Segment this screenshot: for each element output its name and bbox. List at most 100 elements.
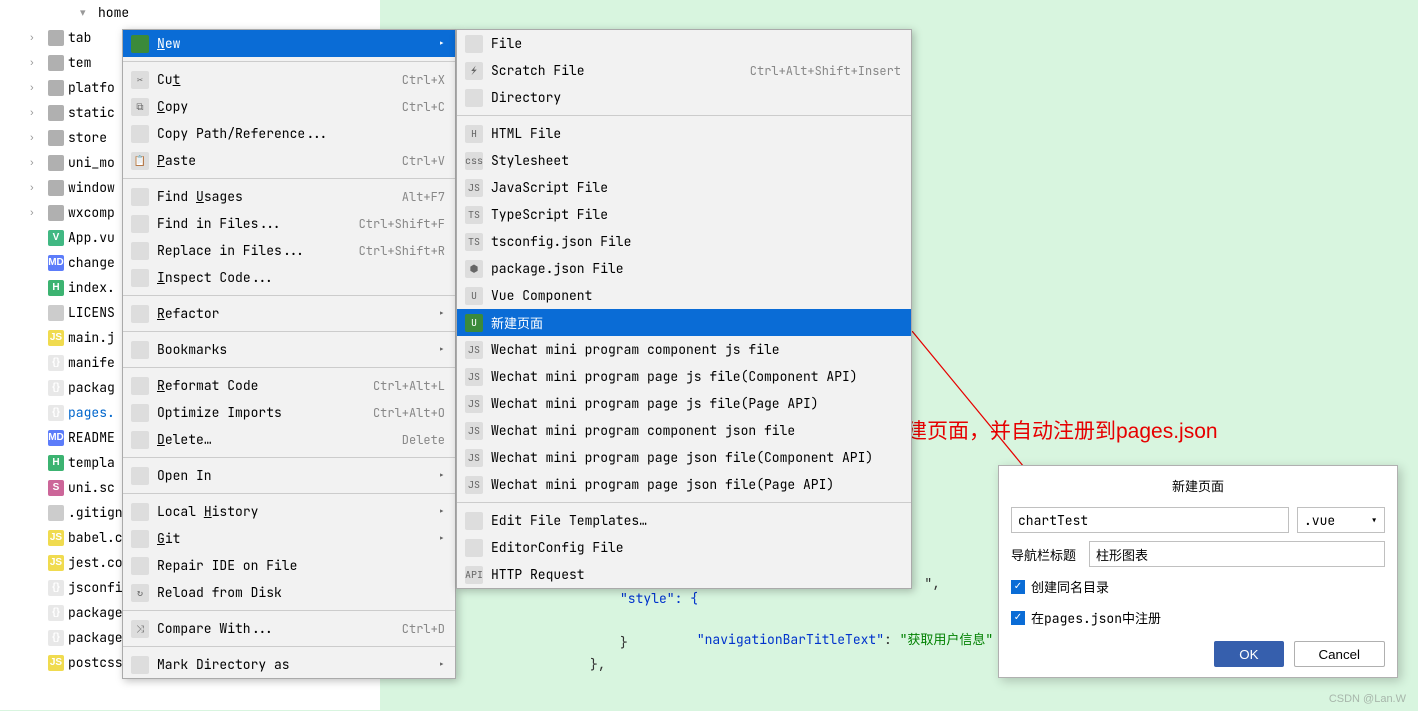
submenu-item[interactable]: Edit File Templates…: [457, 507, 911, 534]
submenu-item[interactable]: JSWechat mini program component js file: [457, 336, 911, 363]
submenu-item-label: 新建页面: [491, 313, 901, 332]
menu-item[interactable]: Optimize Imports Ctrl+Alt+O: [123, 399, 455, 426]
vue-icon: V: [48, 230, 64, 246]
menu-item-label: New: [157, 35, 430, 52]
folder-icon: [48, 180, 64, 196]
submenu-item[interactable]: ⚡Scratch FileCtrl+Alt+Shift+Insert: [457, 57, 911, 84]
new-submenu[interactable]: File⚡Scratch FileCtrl+Alt+Shift+InsertDi…: [456, 29, 912, 589]
code-line: },: [380, 656, 1000, 678]
submenu-item[interactable]: EditorConfig File: [457, 534, 911, 561]
submenu-item[interactable]: Directory: [457, 84, 911, 111]
jsf-icon: JS: [465, 179, 483, 197]
js-icon: JS: [48, 555, 64, 571]
menu-item[interactable]: ⧉CopyCtrl+C: [123, 93, 455, 120]
menu-item-label: Paste: [157, 152, 394, 169]
menu-item[interactable]: Find UsagesAlt+F7: [123, 183, 455, 210]
new-page-dialog[interactable]: 新建页面 .vue ▾ 导航栏标题 ✓ 创建同名目录 ✓ 在pages.json…: [998, 465, 1398, 678]
menu-icon: [131, 467, 149, 485]
menu-item[interactable]: Local History▸: [123, 498, 455, 525]
tree-item-label: README: [68, 429, 115, 446]
menu-item[interactable]: Replace in Files...Ctrl+Shift+R: [123, 237, 455, 264]
menu-item-label: Delete…: [157, 431, 394, 448]
submenu-item[interactable]: JSWechat mini program page json file(Pag…: [457, 471, 911, 498]
menu-shortcut: Ctrl+Alt+O: [373, 405, 445, 421]
menu-shortcut: Ctrl+D: [402, 621, 445, 637]
submenu-item[interactable]: cssStylesheet: [457, 147, 911, 174]
html-icon: H: [48, 455, 64, 471]
js-icon: JS: [48, 330, 64, 346]
menu-item-label: Repair IDE on File: [157, 557, 445, 574]
menu-item[interactable]: ✂CutCtrl+X: [123, 66, 455, 93]
menu-item[interactable]: Copy Path/Reference...: [123, 120, 455, 147]
menu-item[interactable]: Open In▸: [123, 462, 455, 489]
menu-item[interactable]: Refactor▸: [123, 300, 455, 327]
submenu-item[interactable]: APIHTTP Request: [457, 561, 911, 588]
menu-item-label: Cut: [157, 71, 394, 88]
menu-icon: [131, 188, 149, 206]
menu-icon: [131, 557, 149, 575]
menu-item[interactable]: New▸: [123, 30, 455, 57]
tree-item-label: wxcomp: [68, 204, 115, 221]
jsf-icon: JS: [465, 422, 483, 440]
submenu-item[interactable]: TStsconfig.json File: [457, 228, 911, 255]
menu-shortcut: Ctrl+C: [402, 99, 445, 115]
submenu-item[interactable]: JSJavaScript File: [457, 174, 911, 201]
menu-separator: [123, 295, 455, 296]
submenu-item[interactable]: ⬢package.json File: [457, 255, 911, 282]
menu-item[interactable]: Git▸: [123, 525, 455, 552]
menu-separator: [457, 502, 911, 503]
menu-item[interactable]: Mark Directory as▸: [123, 651, 455, 678]
file-icon: [465, 539, 483, 557]
api-icon: API: [465, 566, 483, 584]
menu-item[interactable]: Find in Files...Ctrl+Shift+F: [123, 210, 455, 237]
menu-icon: [131, 125, 149, 143]
md-icon: MD: [48, 430, 64, 446]
chevron-right-icon: ›: [30, 107, 44, 119]
chevron-right-icon: ›: [30, 182, 44, 194]
tree-item-label: main.j: [68, 329, 115, 346]
menu-item[interactable]: Bookmarks▸: [123, 336, 455, 363]
menu-item-label: Reload from Disk: [157, 584, 445, 601]
context-menu[interactable]: New▸✂CutCtrl+X⧉CopyCtrl+CCopy Path/Refer…: [122, 29, 456, 679]
menu-icon: ✂: [131, 71, 149, 89]
submenu-item[interactable]: JSWechat mini program page js file(Compo…: [457, 363, 911, 390]
js-icon: JS: [48, 530, 64, 546]
menu-icon: [131, 269, 149, 287]
page-name-input[interactable]: [1011, 507, 1289, 533]
submenu-item[interactable]: JSWechat mini program page js file(Page …: [457, 390, 911, 417]
nav-title-input[interactable]: [1089, 541, 1385, 567]
menu-item[interactable]: Delete… Delete: [123, 426, 455, 453]
submenu-item-label: HTML File: [491, 125, 901, 142]
menu-item[interactable]: 📋PasteCtrl+V: [123, 147, 455, 174]
submenu-item[interactable]: JSWechat mini program component json fil…: [457, 417, 911, 444]
menu-item-label: Optimize Imports: [157, 404, 365, 421]
submenu-item[interactable]: U新建页面: [457, 309, 911, 336]
menu-item[interactable]: ⤨Compare With...Ctrl+D: [123, 615, 455, 642]
tree-item-label: manife: [68, 354, 115, 371]
checkbox-register-pages[interactable]: ✓: [1011, 611, 1025, 625]
menu-shortcut: Delete: [402, 432, 445, 448]
menu-item-label: Reformat Code: [157, 377, 365, 394]
menu-separator: [123, 457, 455, 458]
menu-item[interactable]: Repair IDE on File: [123, 552, 455, 579]
extension-select[interactable]: .vue ▾: [1297, 507, 1385, 533]
submenu-item[interactable]: JSWechat mini program page json file(Com…: [457, 444, 911, 471]
json-icon: {}: [48, 605, 64, 621]
cancel-button[interactable]: Cancel: [1294, 641, 1386, 667]
chevron-right-icon: ▸: [438, 469, 445, 483]
submenu-item[interactable]: TSTypeScript File: [457, 201, 911, 228]
submenu-item[interactable]: File: [457, 30, 911, 57]
submenu-item[interactable]: HHTML File: [457, 120, 911, 147]
file-icon: [465, 35, 483, 53]
chevron-right-icon: ▸: [438, 658, 445, 672]
ts-icon: TS: [465, 233, 483, 251]
html-icon: H: [48, 280, 64, 296]
ok-button[interactable]: OK: [1214, 641, 1283, 667]
menu-item[interactable]: ↻Reload from Disk: [123, 579, 455, 606]
checkbox-create-dir[interactable]: ✓: [1011, 580, 1025, 594]
menu-item[interactable]: Inspect Code...: [123, 264, 455, 291]
menu-icon: [131, 503, 149, 521]
menu-item[interactable]: Reformat CodeCtrl+Alt+L: [123, 372, 455, 399]
submenu-item[interactable]: UVue Component: [457, 282, 911, 309]
menu-icon: [131, 305, 149, 323]
